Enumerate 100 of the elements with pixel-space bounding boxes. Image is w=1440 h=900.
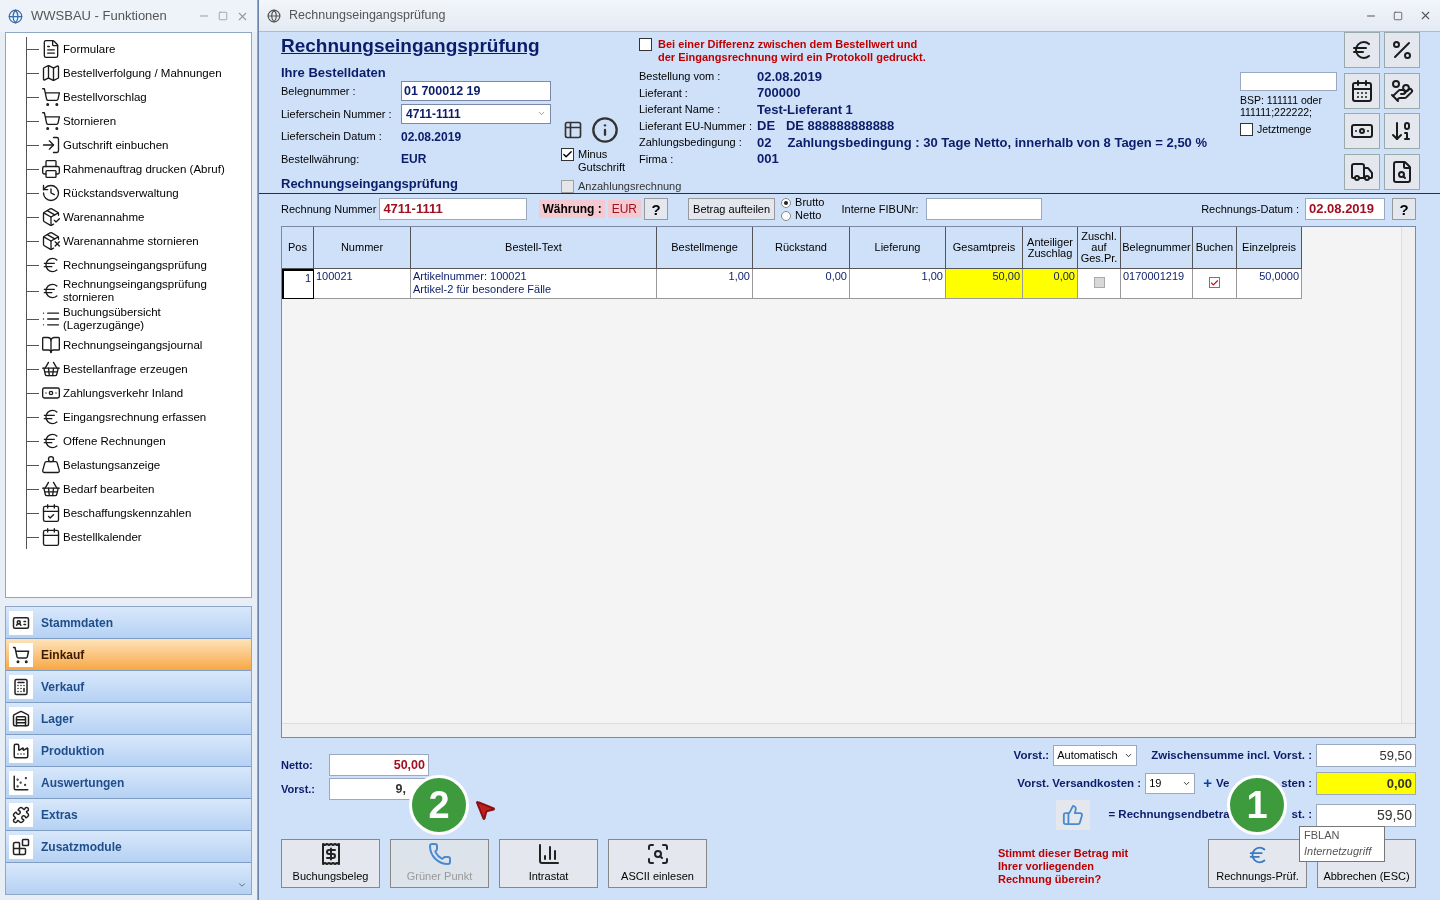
input-field[interactable]: 01 700012 19 [401, 81, 551, 102]
column-header[interactable]: Gesamtpreis [946, 227, 1023, 269]
column-header[interactable]: Nummer [314, 227, 411, 269]
tree-item[interactable]: Buchungsübersicht (Lagerzugänge) [63, 306, 213, 332]
field-label: Lieferschein Nummer : [281, 106, 393, 122]
tree-item[interactable]: Rechnungseingangsprüfung stornieren [63, 278, 213, 304]
close-icon[interactable] [1419, 9, 1432, 22]
tool-button[interactable] [1344, 113, 1380, 149]
tree-item[interactable]: Zahlungsverkehr Inland [63, 386, 184, 400]
table-icon[interactable] [563, 120, 583, 140]
vat-dropdown[interactable]: 19 [1145, 773, 1196, 794]
cart-icon [41, 111, 61, 131]
vat-dropdown[interactable]: Automatisch [1053, 745, 1138, 766]
module-tab[interactable]: Verkauf [6, 671, 251, 703]
tree-item[interactable]: Bestellvorschlag [63, 90, 147, 104]
tool-button[interactable] [1384, 32, 1420, 68]
tree-item[interactable]: Eingangsrechnung erfassen [63, 410, 207, 424]
bar-chart-icon [536, 842, 561, 867]
field-label: Rechnungs-Datum : [1201, 201, 1299, 217]
app-icon [267, 8, 281, 23]
action-button[interactable]: Buchungsbeleg [281, 839, 380, 888]
invoice-date-field[interactable]: 02.08.2019 [1305, 198, 1385, 220]
column-header[interactable]: Zuschl. auf Ges.Pr. [1078, 227, 1121, 269]
help-button[interactable]: ? [644, 198, 669, 220]
tree-item[interactable]: Rückstandsverwaltung [63, 186, 179, 200]
column-header[interactable]: Belegnummer [1121, 227, 1193, 269]
maximize-icon[interactable] [1393, 10, 1403, 21]
section-title: Ihre Bestelldaten [281, 66, 387, 80]
tree-item[interactable]: Rechnungseingangsprüfung [63, 258, 207, 272]
checkbox[interactable] [1240, 123, 1253, 137]
calendar-icon [1350, 78, 1374, 103]
info-value: DE DE 888888888888 [757, 117, 895, 135]
basket-icon [41, 359, 61, 379]
tool-button[interactable] [1384, 113, 1420, 149]
tree-item[interactable]: Belastungsanzeige [63, 458, 161, 472]
tool-button[interactable] [1344, 72, 1380, 109]
horizontal-scrollbar[interactable] [282, 723, 1415, 737]
vertical-scrollbar[interactable] [1401, 227, 1415, 723]
checkbox-label: Jetztmenge [1257, 122, 1312, 137]
cart-icon [41, 87, 61, 107]
column-header[interactable]: Anteiliger Zuschlag [1023, 227, 1078, 269]
radio-button[interactable] [781, 197, 792, 208]
tree-item[interactable]: Bedarf bearbeiten [63, 482, 155, 496]
history-icon [41, 183, 61, 203]
checkbox[interactable] [561, 148, 574, 161]
radio-button[interactable] [781, 210, 792, 221]
tree-item[interactable]: Rechnungseingangsjournal [63, 338, 203, 352]
tree-item[interactable]: Formulare [63, 42, 116, 56]
tool-button[interactable] [1344, 153, 1380, 190]
module-tab[interactable]: Einkauf [6, 639, 251, 671]
split-amount-button[interactable]: Betrag aufteilen [688, 198, 776, 220]
tree-item[interactable]: Warenannahme stornieren [63, 234, 199, 248]
action-button[interactable]: ASCII einlesen [608, 839, 707, 888]
tree-item[interactable]: Gutschrift einbuchen [63, 138, 169, 152]
module-tab[interactable]: Produktion [6, 735, 251, 767]
tool-button[interactable] [1384, 153, 1420, 190]
column-header[interactable]: Lieferung [850, 227, 946, 269]
total-label: = Rechnungsendbetra [1108, 807, 1230, 823]
dropdown-caret-icon[interactable] [1124, 751, 1134, 760]
chevron-icon[interactable] [237, 880, 247, 890]
tree-item[interactable]: Bestellkalender [63, 530, 142, 544]
dropdown-caret-icon[interactable] [1182, 779, 1192, 788]
fibu-field[interactable] [925, 198, 1042, 220]
column-header[interactable]: Einzelpreis [1237, 227, 1302, 269]
currency-value: EUR [607, 200, 642, 218]
dropdown-field[interactable]: 4711-1111 [401, 103, 551, 124]
column-header[interactable]: Rückstand [753, 227, 850, 269]
tree-item[interactable]: Beschaffungskennzahlen [63, 506, 192, 520]
tree-item[interactable]: Bestellverfolgung / Mahnungen [63, 66, 222, 80]
page-heading: Rechnungseingangsprüfung [281, 34, 541, 58]
filter-field[interactable] [1240, 72, 1337, 91]
tree-item[interactable]: Rahmenauftrag drucken (Abruf) [63, 162, 225, 176]
book-icon [41, 335, 61, 355]
module-tab[interactable]: Auswertungen [6, 767, 251, 799]
action-button[interactable]: Intrastat [499, 839, 598, 888]
currency-label: Währung : [539, 200, 605, 218]
tree-item[interactable]: Stornieren [63, 114, 117, 128]
invoice-number-field[interactable]: 4711-1111 [379, 198, 528, 220]
tree-item[interactable]: Offene Rechnungen [63, 434, 166, 448]
tree-item[interactable]: Warenannahme [63, 210, 145, 224]
tree-item[interactable]: Bestellanfrage erzeugen [63, 362, 188, 376]
info-icon[interactable] [591, 116, 619, 144]
info-value: 700000 [757, 84, 801, 102]
total-label: Vorst.: [1013, 747, 1050, 763]
module-tab[interactable]: Extras [6, 799, 251, 831]
module-tab[interactable]: Stammdaten [6, 607, 251, 639]
column-header[interactable]: Bestell-Text [411, 227, 657, 269]
file-icon [41, 39, 61, 59]
column-header[interactable]: Pos [282, 227, 314, 269]
column-header[interactable]: Buchen [1193, 227, 1237, 269]
help-button[interactable]: ? [1392, 198, 1416, 220]
info-value: 001 [757, 150, 779, 168]
module-tab[interactable]: Lager [6, 703, 251, 735]
column-header[interactable]: Bestellmenge [657, 227, 753, 269]
row-checkbox[interactable] [1209, 277, 1220, 288]
checkbox[interactable] [639, 38, 652, 51]
tool-button[interactable] [1384, 72, 1420, 109]
module-tab[interactable]: Zusatzmodule [6, 831, 251, 863]
total-label: sten : [1281, 775, 1312, 791]
tool-button[interactable] [1344, 32, 1380, 68]
